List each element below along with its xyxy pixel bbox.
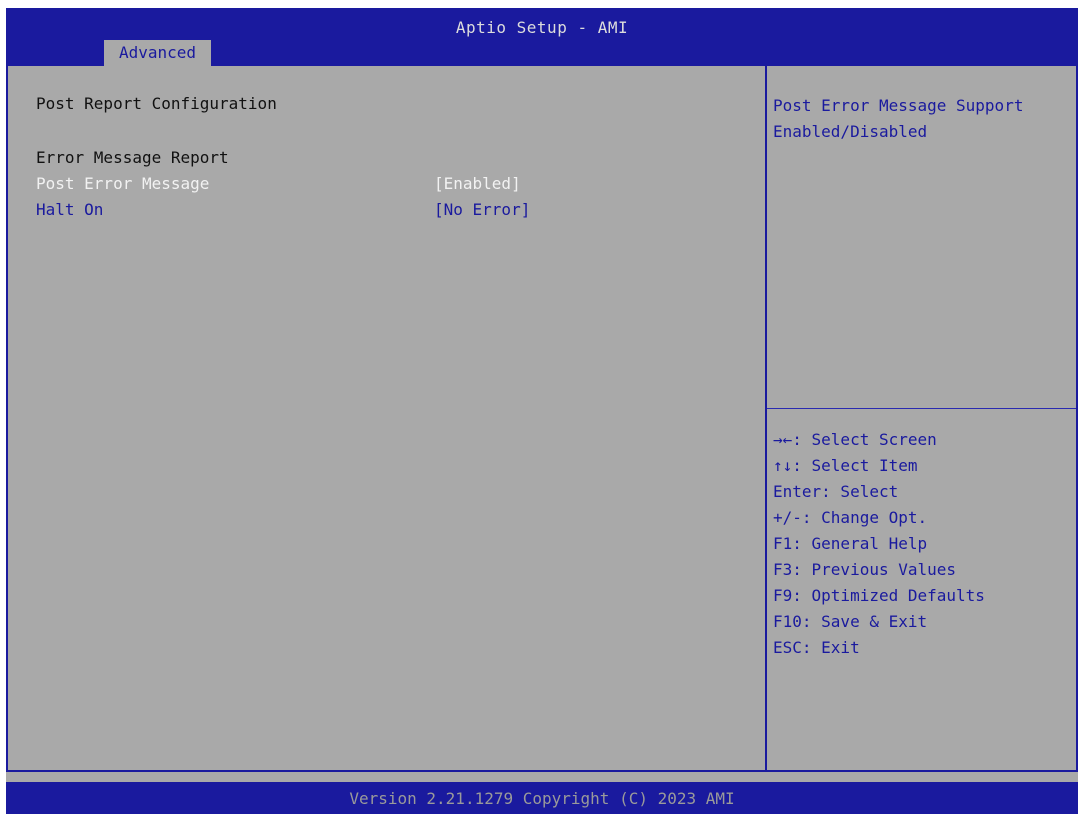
tab-advanced[interactable]: Advanced [104, 40, 211, 66]
setting-value-halt-on[interactable]: [No Error] [434, 200, 530, 219]
key-hint-optimized-defaults: F9: Optimized Defaults [773, 586, 985, 605]
key-hint-save-exit: F10: Save & Exit [773, 612, 928, 631]
setting-value-post-error-message[interactable]: [Enabled] [434, 174, 521, 193]
version-bar: Version 2.21.1279 Copyright (C) 2023 AMI [6, 782, 1078, 814]
settings-pane: Post Report Configuration Error Message … [8, 66, 765, 770]
setting-label-halt-on[interactable]: Halt On [36, 200, 103, 219]
key-hint-change-opt: +/-: Change Opt. [773, 508, 928, 527]
help-line: Post Error Message Support [773, 96, 1024, 115]
version-text: Version 2.21.1279 Copyright (C) 2023 AMI [349, 789, 735, 808]
bios-screen: Aptio Setup - AMI Advanced Post Report C… [6, 8, 1078, 814]
app-title: Aptio Setup - AMI [455, 18, 629, 37]
help-divider [767, 408, 1076, 409]
key-hint-exit: ESC: Exit [773, 638, 860, 657]
section-title: Post Report Configuration [36, 94, 277, 113]
help-pane: Post Error Message Support Enabled/Disab… [767, 66, 1076, 770]
key-hint-select-item: ↑↓: Select Item [773, 456, 918, 475]
key-hint-enter: Enter: Select [773, 482, 899, 501]
group-title: Error Message Report [36, 148, 229, 167]
key-hint-select-screen: →←: Select Screen [773, 430, 937, 449]
main-frame: Post Report Configuration Error Message … [6, 66, 1078, 772]
key-hint-previous-values: F3: Previous Values [773, 560, 957, 579]
title-bar: Aptio Setup - AMI Advanced [6, 8, 1078, 66]
key-hint-general-help: F1: General Help [773, 534, 928, 553]
help-line: Enabled/Disabled [773, 122, 928, 141]
setting-label-post-error-message[interactable]: Post Error Message [36, 174, 209, 193]
